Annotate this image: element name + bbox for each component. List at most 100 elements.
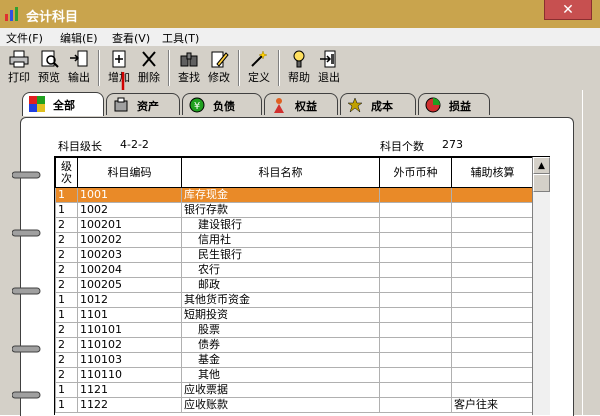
column-header-currency[interactable]: 外币币种 [379, 157, 452, 188]
tab-all[interactable]: 全部 [22, 92, 104, 116]
table-row[interactable]: 2 110103 基金 [55, 352, 534, 368]
name-cell: 股票 [181, 322, 380, 338]
name-cell: 短期投资 [181, 307, 380, 323]
currency-cell [379, 187, 452, 203]
tab-assets[interactable]: 资产 [106, 93, 180, 115]
menu-view[interactable]: 查看(V) [112, 30, 150, 46]
binder-ring-icon [12, 391, 41, 399]
scroll-up-button[interactable]: ▲ [533, 157, 550, 174]
table-row[interactable]: 2 100203 民生银行 [55, 247, 534, 263]
define-button[interactable]: 定义 [244, 48, 274, 88]
account-table: 级次 科目编码 科目名称 外币币种 辅助核算 1 1001 库存现金 1 1002 银行存… [55, 157, 534, 413]
name-cell: 民生银行 [181, 247, 380, 263]
name-cell: 其他 [181, 367, 380, 383]
edit-label: 修改 [208, 71, 230, 84]
column-header-name[interactable]: 科目名称 [181, 157, 380, 188]
menu-tools[interactable]: 工具(T) [162, 30, 199, 46]
preview-label: 预览 [38, 71, 60, 84]
account-count-value: 273 [442, 138, 463, 151]
cost-icon [347, 97, 363, 113]
table-row[interactable]: 1 1121 应收票据 [55, 382, 534, 398]
table-row[interactable]: 1 1002 银行存款 [55, 202, 534, 218]
name-cell: 银行存款 [181, 202, 380, 218]
tab-equity[interactable]: 权益 [264, 93, 338, 115]
code-cell: 110101 [77, 322, 182, 338]
table-row[interactable]: 2 110101 股票 [55, 322, 534, 338]
table-row[interactable]: 2 100205 邮政 [55, 277, 534, 293]
menu-edit[interactable]: 编辑(E) [60, 30, 98, 46]
name-cell: 基金 [181, 352, 380, 368]
find-button[interactable]: 查找 [174, 48, 204, 88]
aux-cell [451, 232, 534, 248]
help-label: 帮助 [288, 71, 310, 84]
code-cell: 1122 [77, 397, 182, 413]
aux-cell [451, 277, 534, 293]
name-cell: 建设银行 [181, 217, 380, 233]
currency-cell [379, 277, 452, 293]
table-row[interactable]: 2 100204 农行 [55, 262, 534, 278]
table-row[interactable]: 2 110110 其他 [55, 367, 534, 383]
tab-profit-loss-label: 损益 [449, 100, 471, 113]
name-cell: 应收账款 [181, 397, 380, 413]
tab-profit-loss[interactable]: 损益 [418, 93, 490, 115]
column-header-level[interactable]: 级次 [55, 157, 78, 188]
level-cell: 2 [55, 217, 78, 233]
menu-file[interactable]: 文件(F) [6, 30, 43, 46]
code-cell: 1002 [77, 202, 182, 218]
currency-cell [379, 202, 452, 218]
preview-button[interactable]: 预览 [34, 48, 64, 88]
delete-button[interactable]: 删除 [134, 48, 164, 88]
table-row[interactable]: 2 100202 信用社 [55, 232, 534, 248]
name-cell: 库存现金 [181, 187, 380, 203]
account-count-label: 科目个数 [380, 140, 424, 153]
binder-ring-icon [12, 229, 41, 237]
exit-button[interactable]: 退出 [314, 48, 344, 88]
account-grid: 级次 科目编码 科目名称 外币币种 辅助核算 1 1001 库存现金 1 1002 银行存… [54, 156, 550, 415]
find-label: 查找 [178, 71, 200, 84]
export-label: 输出 [68, 71, 90, 84]
column-header-code[interactable]: 科目编码 [77, 157, 182, 188]
name-cell: 邮政 [181, 277, 380, 293]
tab-liabilities[interactable]: ¥ 负债 [182, 93, 262, 115]
liability-icon: ¥ [189, 97, 205, 113]
column-header-aux[interactable]: 辅助核算 [451, 157, 534, 188]
level-cell: 2 [55, 367, 78, 383]
code-cell: 100205 [77, 277, 182, 293]
level-cell: 2 [55, 232, 78, 248]
toolbar-separator [238, 50, 240, 86]
tab-cost[interactable]: 成本 [340, 93, 416, 115]
table-row[interactable]: 2 100201 建设银行 [55, 217, 534, 233]
table-row[interactable]: 2 110102 债券 [55, 337, 534, 353]
close-button[interactable]: ✕ [544, 0, 592, 20]
toolbar-separator [168, 50, 170, 86]
level-cell: 1 [55, 397, 78, 413]
scroll-thumb[interactable] [533, 174, 550, 192]
name-cell: 应收票据 [181, 382, 380, 398]
export-button[interactable]: 输出 [64, 48, 94, 88]
aux-cell [451, 247, 534, 263]
name-cell: 信用社 [181, 232, 380, 248]
table-row[interactable]: 1 1001 库存现金 [55, 187, 534, 203]
app-icon [5, 7, 18, 21]
edit-icon [211, 51, 229, 68]
code-cell: 100202 [77, 232, 182, 248]
grid-scrollbar[interactable]: ▲ [532, 157, 550, 415]
aux-cell [451, 322, 534, 338]
table-row[interactable]: 1 1122 应收账款 客户往来 [55, 397, 534, 413]
edit-button[interactable]: 修改 [204, 48, 234, 88]
table-row[interactable]: 1 1101 短期投资 [55, 307, 534, 323]
aux-cell [451, 202, 534, 218]
tab-cost-label: 成本 [371, 100, 393, 113]
level-cell: 2 [55, 322, 78, 338]
level-length-value: 4-2-2 [120, 138, 149, 151]
print-button[interactable]: 打印 [4, 48, 34, 88]
level-cell: 2 [55, 337, 78, 353]
table-row[interactable]: 1 1012 其他货币资金 [55, 292, 534, 308]
level-cell: 1 [55, 292, 78, 308]
help-button[interactable]: 帮助 [284, 48, 314, 88]
level-cell: 1 [55, 382, 78, 398]
exit-label: 退出 [318, 71, 340, 84]
level-cell: 1 [55, 307, 78, 323]
level-cell: 1 [55, 202, 78, 218]
window-scrollbar[interactable] [582, 90, 600, 415]
